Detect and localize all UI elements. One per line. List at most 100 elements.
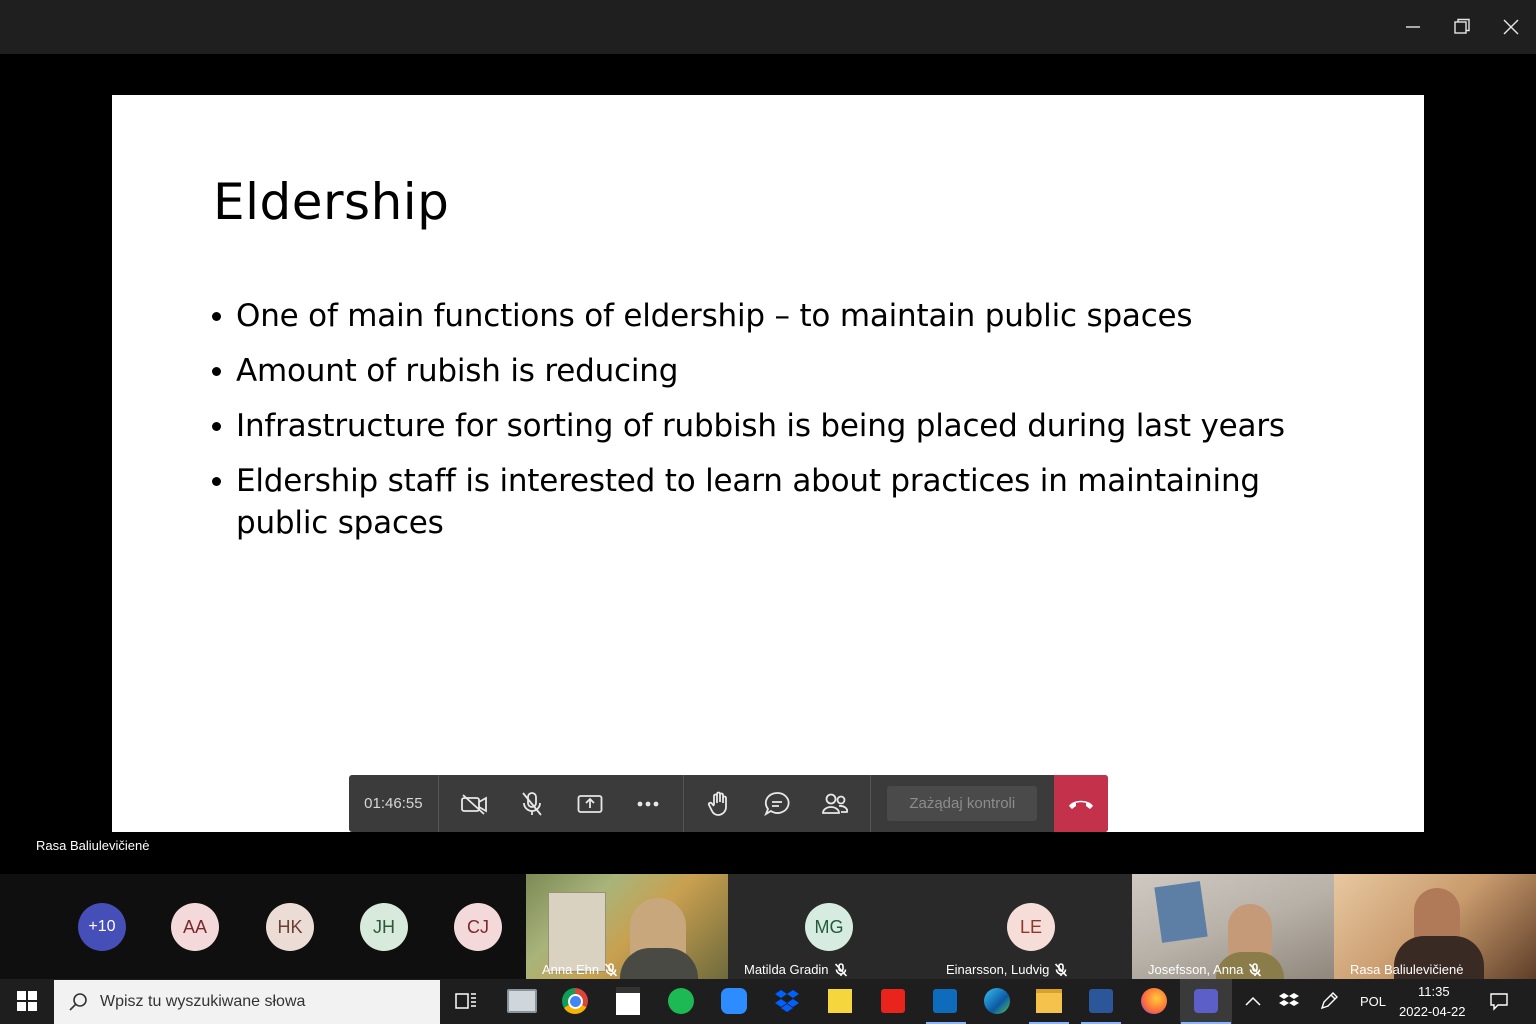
microphone-toggle-button[interactable] [503, 775, 561, 832]
spotify-icon [668, 988, 694, 1014]
bullet-dot-icon [212, 422, 221, 431]
chevron-up-icon [1245, 996, 1261, 1006]
taskbar-app[interactable] [878, 986, 908, 1016]
taskbar-app[interactable] [507, 986, 537, 1016]
interaction-controls [684, 775, 871, 832]
search-placeholder: Wpisz tu wyszukiwane słowa [100, 993, 306, 1010]
restore-icon [1454, 18, 1470, 34]
bullet-dot-icon [212, 477, 221, 486]
media-controls [439, 775, 684, 832]
raise-hand-button[interactable] [690, 775, 748, 832]
participant-video-tile[interactable]: Josefsson, Anna [1132, 874, 1334, 979]
participant-tile[interactable]: MG Matilda Gradin [728, 874, 930, 979]
close-button[interactable] [1487, 0, 1535, 54]
mic-muted-icon [604, 962, 618, 977]
participant-video-tile[interactable]: Rasa Baliulevičienė [1334, 874, 1536, 979]
outlook-icon [933, 989, 957, 1013]
hang-up-button[interactable] [1053, 775, 1108, 832]
overflow-participants-button[interactable]: +10 [78, 903, 126, 951]
participant-name: Josefsson, Anna [1148, 962, 1244, 977]
taskbar-app[interactable] [825, 986, 855, 1016]
input-language-indicator[interactable]: POL [1360, 994, 1386, 1009]
taskbar-app[interactable] [560, 986, 590, 1016]
clock-time[interactable]: 11:35 [1418, 984, 1450, 999]
teams-icon [1194, 989, 1218, 1013]
slide-bullet: Amount of rubish is reducing [210, 350, 1330, 392]
minimize-button[interactable] [1389, 0, 1437, 54]
start-button[interactable] [12, 986, 42, 1016]
participant-avatar[interactable]: AA [171, 903, 219, 951]
slide-bullet: One of main functions of eldership – to … [210, 295, 1330, 337]
word-icon [1089, 989, 1113, 1013]
slide-bullet: Infrastructure for sorting of rubbish is… [210, 405, 1330, 447]
participant-tile[interactable]: LE Einarsson, Ludvig [930, 874, 1132, 979]
participants-button[interactable] [806, 775, 864, 832]
participant-avatar[interactable]: HK [266, 903, 314, 951]
request-control-area: Zażądaj kontroli [871, 775, 1054, 832]
zoom-icon [721, 988, 747, 1014]
chat-button[interactable] [748, 775, 806, 832]
taskbar-app[interactable] [719, 986, 749, 1016]
participant-name: Anna Ehn [542, 962, 600, 977]
slide-bullet-list: One of main functions of eldership – to … [210, 295, 1330, 557]
windows-taskbar: Wpisz tu wyszukiwane słowa POL 11:35 202… [0, 979, 1536, 1024]
task-view-icon [455, 993, 476, 1009]
taskbar-app[interactable] [613, 986, 643, 1016]
request-control-button[interactable]: Zażądaj kontroli [887, 786, 1038, 821]
taskbar-app[interactable] [772, 986, 802, 1016]
participant-name-row: Josefsson, Anna [1148, 962, 1262, 977]
participant-strip: +10 AA HK JH CJ Anna Ehn MG Matilda Grad… [0, 874, 1536, 979]
search-icon [69, 993, 87, 1011]
participant-name-row: Rasa Baliulevičienė [1350, 962, 1463, 977]
drive-app-icon [507, 989, 537, 1013]
share-screen-button[interactable] [561, 775, 619, 832]
participant-avatar[interactable]: CJ [454, 903, 502, 951]
camera-toggle-button[interactable] [445, 775, 503, 832]
file-explorer-icon [1036, 989, 1062, 1013]
hang-up-phone-icon [1068, 800, 1093, 809]
participants-icon [821, 793, 848, 814]
mic-muted-icon [834, 962, 848, 977]
participant-avatar: LE [1007, 903, 1055, 951]
taskbar-app[interactable] [930, 986, 960, 1016]
more-dots-icon [637, 801, 659, 806]
taskbar-app[interactable] [1034, 986, 1064, 1016]
edge-icon [984, 988, 1010, 1014]
minimize-icon [1406, 26, 1420, 28]
participant-name: Einarsson, Ludvig [946, 962, 1050, 977]
participant-name-row: Matilda Gradin [744, 962, 848, 977]
restore-button[interactable] [1438, 0, 1486, 54]
background-sign-image [548, 892, 606, 972]
taskbar-app[interactable] [1086, 986, 1116, 1016]
clapper-app-icon [616, 987, 640, 1015]
task-view-button[interactable] [451, 986, 481, 1016]
pen-icon [1320, 992, 1338, 1010]
notifications-button[interactable] [1484, 986, 1514, 1016]
meeting-control-bar: 01:46:55 Zażądaj kontroli [349, 775, 1108, 832]
taskbar-search-box[interactable]: Wpisz tu wyszukiwane słowa [54, 980, 440, 1024]
notification-icon [1490, 993, 1508, 1011]
clock-date[interactable]: 2022-04-22 [1399, 1004, 1466, 1019]
mic-muted-icon [1248, 962, 1262, 977]
camera-off-icon [460, 793, 487, 815]
participant-avatar[interactable]: JH [360, 903, 408, 951]
participant-avatar: MG [805, 903, 853, 951]
bullet-dot-icon [212, 367, 221, 376]
tray-dropbox-button[interactable] [1274, 986, 1304, 1016]
pen-menu-button[interactable] [1314, 986, 1344, 1016]
taskbar-app[interactable] [666, 986, 696, 1016]
window-titlebar [0, 0, 1536, 54]
background-picture-image [1154, 881, 1208, 943]
taskbar-app[interactable] [1139, 986, 1169, 1016]
windows-logo-icon [17, 991, 37, 1011]
more-actions-button[interactable] [619, 775, 677, 832]
microphone-off-icon [522, 791, 542, 816]
close-icon [1503, 19, 1519, 35]
participant-video-tile[interactable]: Anna Ehn [526, 874, 728, 979]
slide-bullet: Eldership staff is interested to learn a… [210, 460, 1330, 544]
taskbar-app[interactable] [1191, 986, 1221, 1016]
taskbar-app[interactable] [982, 986, 1012, 1016]
chat-icon [763, 791, 790, 816]
slide-title: Eldership [213, 173, 450, 231]
show-hidden-icons-button[interactable] [1238, 986, 1268, 1016]
